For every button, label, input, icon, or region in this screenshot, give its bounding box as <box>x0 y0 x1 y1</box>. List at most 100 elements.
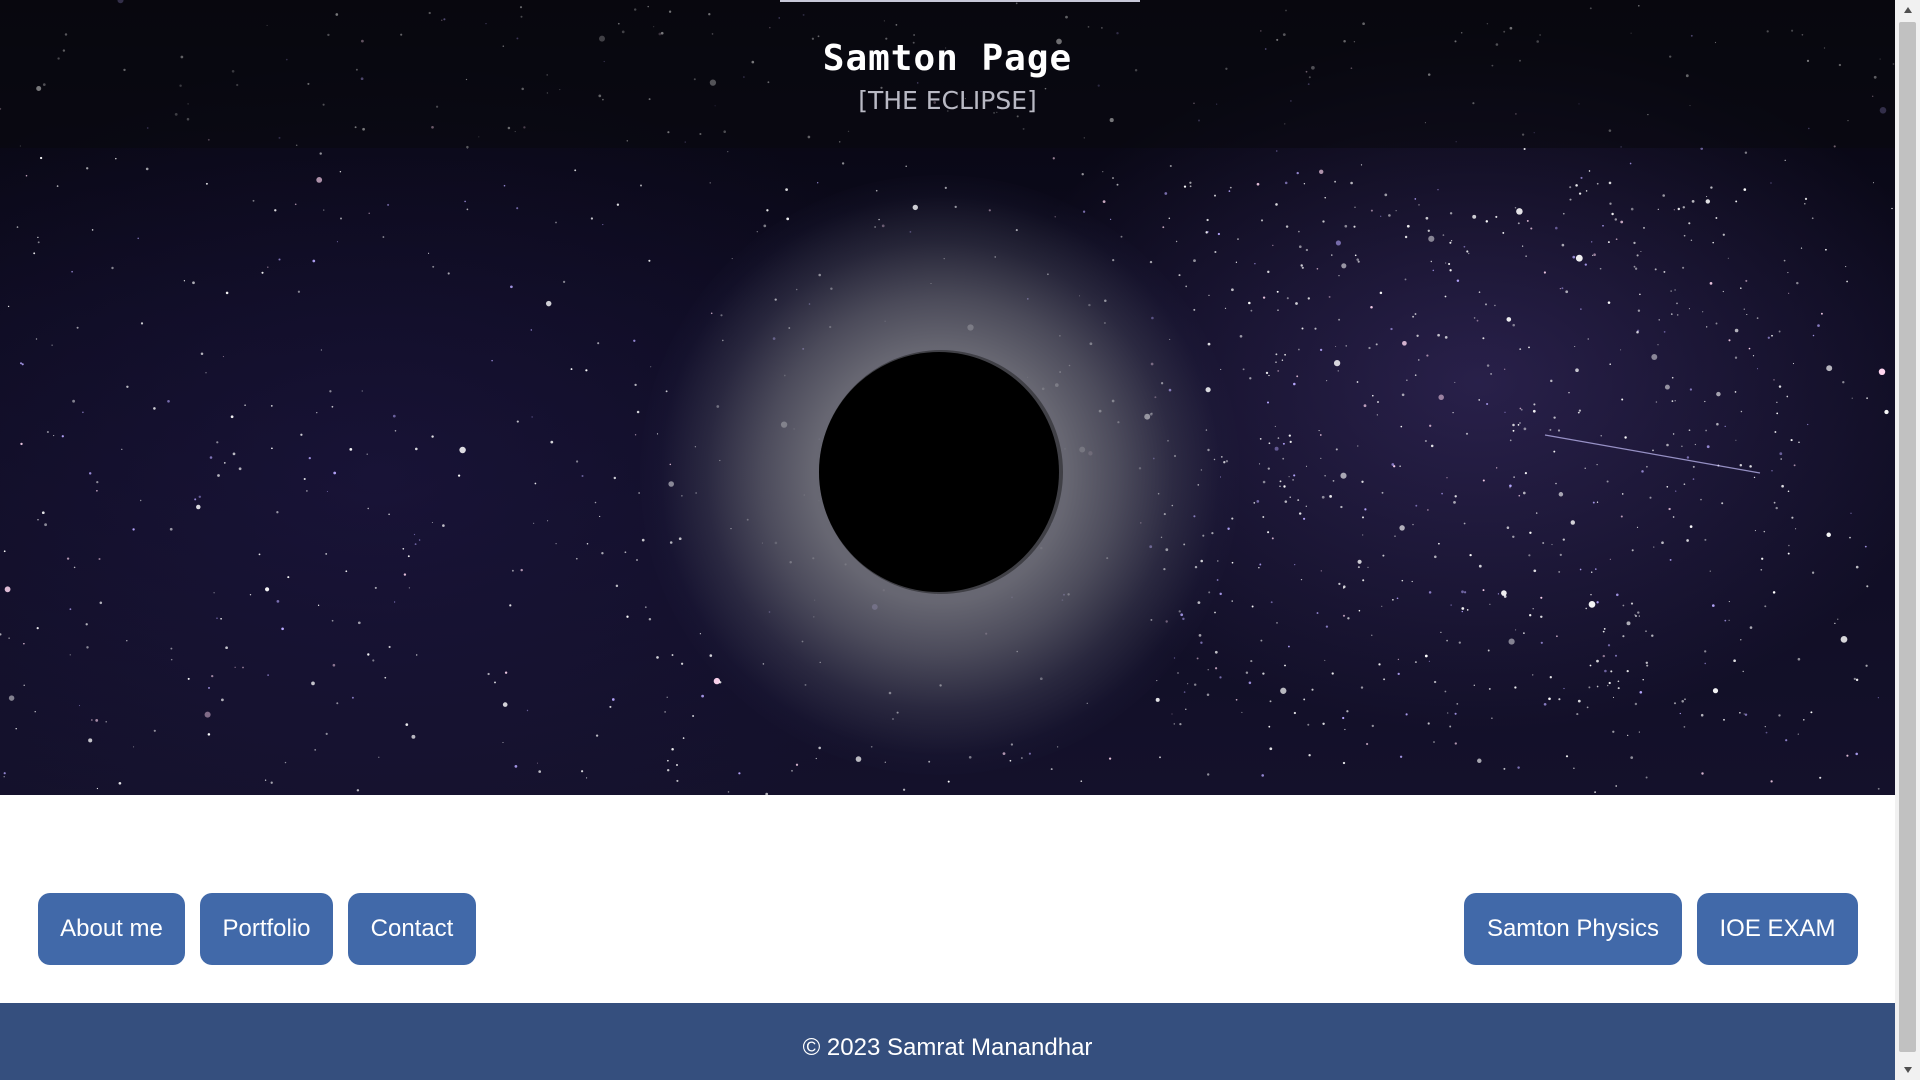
star <box>345 570 348 573</box>
star <box>139 499 142 502</box>
star <box>1298 512 1302 515</box>
star <box>1753 476 1756 479</box>
star <box>616 203 620 206</box>
star <box>153 407 156 410</box>
star <box>1340 505 1343 509</box>
star <box>1438 394 1444 401</box>
star <box>1523 632 1525 634</box>
star <box>1269 747 1273 751</box>
star <box>1517 222 1520 225</box>
star <box>1504 368 1506 370</box>
star <box>1275 203 1278 206</box>
star <box>1626 621 1631 626</box>
portfolio-button[interactable]: Portfolio <box>200 893 333 965</box>
star <box>1626 669 1629 673</box>
star <box>1345 345 1347 347</box>
star <box>1807 423 1809 426</box>
star <box>1179 722 1182 726</box>
star <box>1846 280 1849 283</box>
star <box>1380 215 1382 217</box>
star <box>1585 190 1588 192</box>
star <box>170 658 173 661</box>
star <box>1450 604 1452 606</box>
star <box>1561 287 1564 290</box>
about-me-button[interactable]: About me <box>38 893 185 965</box>
star <box>1704 538 1707 541</box>
star <box>1342 614 1346 617</box>
samton-physics-button[interactable]: Samton Physics <box>1464 893 1682 965</box>
star <box>1622 604 1625 607</box>
star <box>1414 198 1417 200</box>
star <box>232 452 236 456</box>
star <box>491 359 493 362</box>
star <box>1746 313 1748 316</box>
star <box>382 236 385 238</box>
star <box>1787 272 1789 274</box>
star <box>1214 667 1218 670</box>
star <box>1307 297 1310 300</box>
triangle-down-icon[interactable] <box>1895 1060 1920 1080</box>
star <box>766 209 769 212</box>
star <box>947 780 950 783</box>
star <box>366 453 368 455</box>
star <box>1446 476 1448 479</box>
star <box>1509 439 1512 442</box>
star <box>16 226 19 228</box>
star <box>1682 266 1685 269</box>
ioe-exam-button[interactable]: IOE EXAM <box>1697 893 1858 965</box>
contact-button[interactable]: Contact <box>348 893 476 965</box>
star <box>1357 566 1360 569</box>
star <box>192 281 195 285</box>
star <box>1817 324 1820 327</box>
star <box>727 151 729 153</box>
star <box>1574 345 1576 348</box>
star <box>459 446 466 454</box>
star <box>1080 780 1083 783</box>
star <box>1575 254 1583 262</box>
star <box>633 339 636 342</box>
star <box>634 383 637 387</box>
star <box>575 557 578 560</box>
star <box>1108 757 1112 760</box>
star <box>1569 186 1572 189</box>
star <box>613 476 617 480</box>
star <box>414 543 417 546</box>
star <box>1406 224 1410 228</box>
star <box>20 442 23 446</box>
star <box>1376 400 1380 404</box>
star <box>1770 780 1773 783</box>
star <box>1396 597 1399 600</box>
star <box>667 759 669 762</box>
star <box>1193 683 1197 686</box>
star <box>1425 216 1429 220</box>
star <box>276 600 280 603</box>
star <box>1465 432 1469 435</box>
triangle-up-icon[interactable] <box>1895 0 1920 20</box>
star <box>1533 403 1536 406</box>
vertical-scrollbar[interactable] <box>1895 0 1920 1080</box>
star <box>196 504 201 510</box>
scrollbar-thumb[interactable] <box>1899 22 1916 1052</box>
star <box>325 732 328 735</box>
star <box>1700 713 1704 717</box>
star <box>581 770 584 773</box>
star <box>86 167 89 170</box>
star <box>1427 722 1430 725</box>
star <box>1559 553 1562 557</box>
star <box>242 666 244 669</box>
star <box>1568 391 1570 394</box>
star <box>1521 245 1524 247</box>
star <box>1855 565 1859 569</box>
star <box>1375 343 1378 346</box>
star <box>0 633 2 636</box>
star <box>615 584 619 588</box>
star <box>1482 337 1485 340</box>
star <box>1668 507 1671 511</box>
star <box>1397 672 1400 676</box>
star <box>1616 593 1619 597</box>
star <box>1326 380 1328 382</box>
star <box>361 390 363 392</box>
star <box>1524 472 1527 475</box>
star <box>1783 259 1786 262</box>
star <box>73 566 76 569</box>
